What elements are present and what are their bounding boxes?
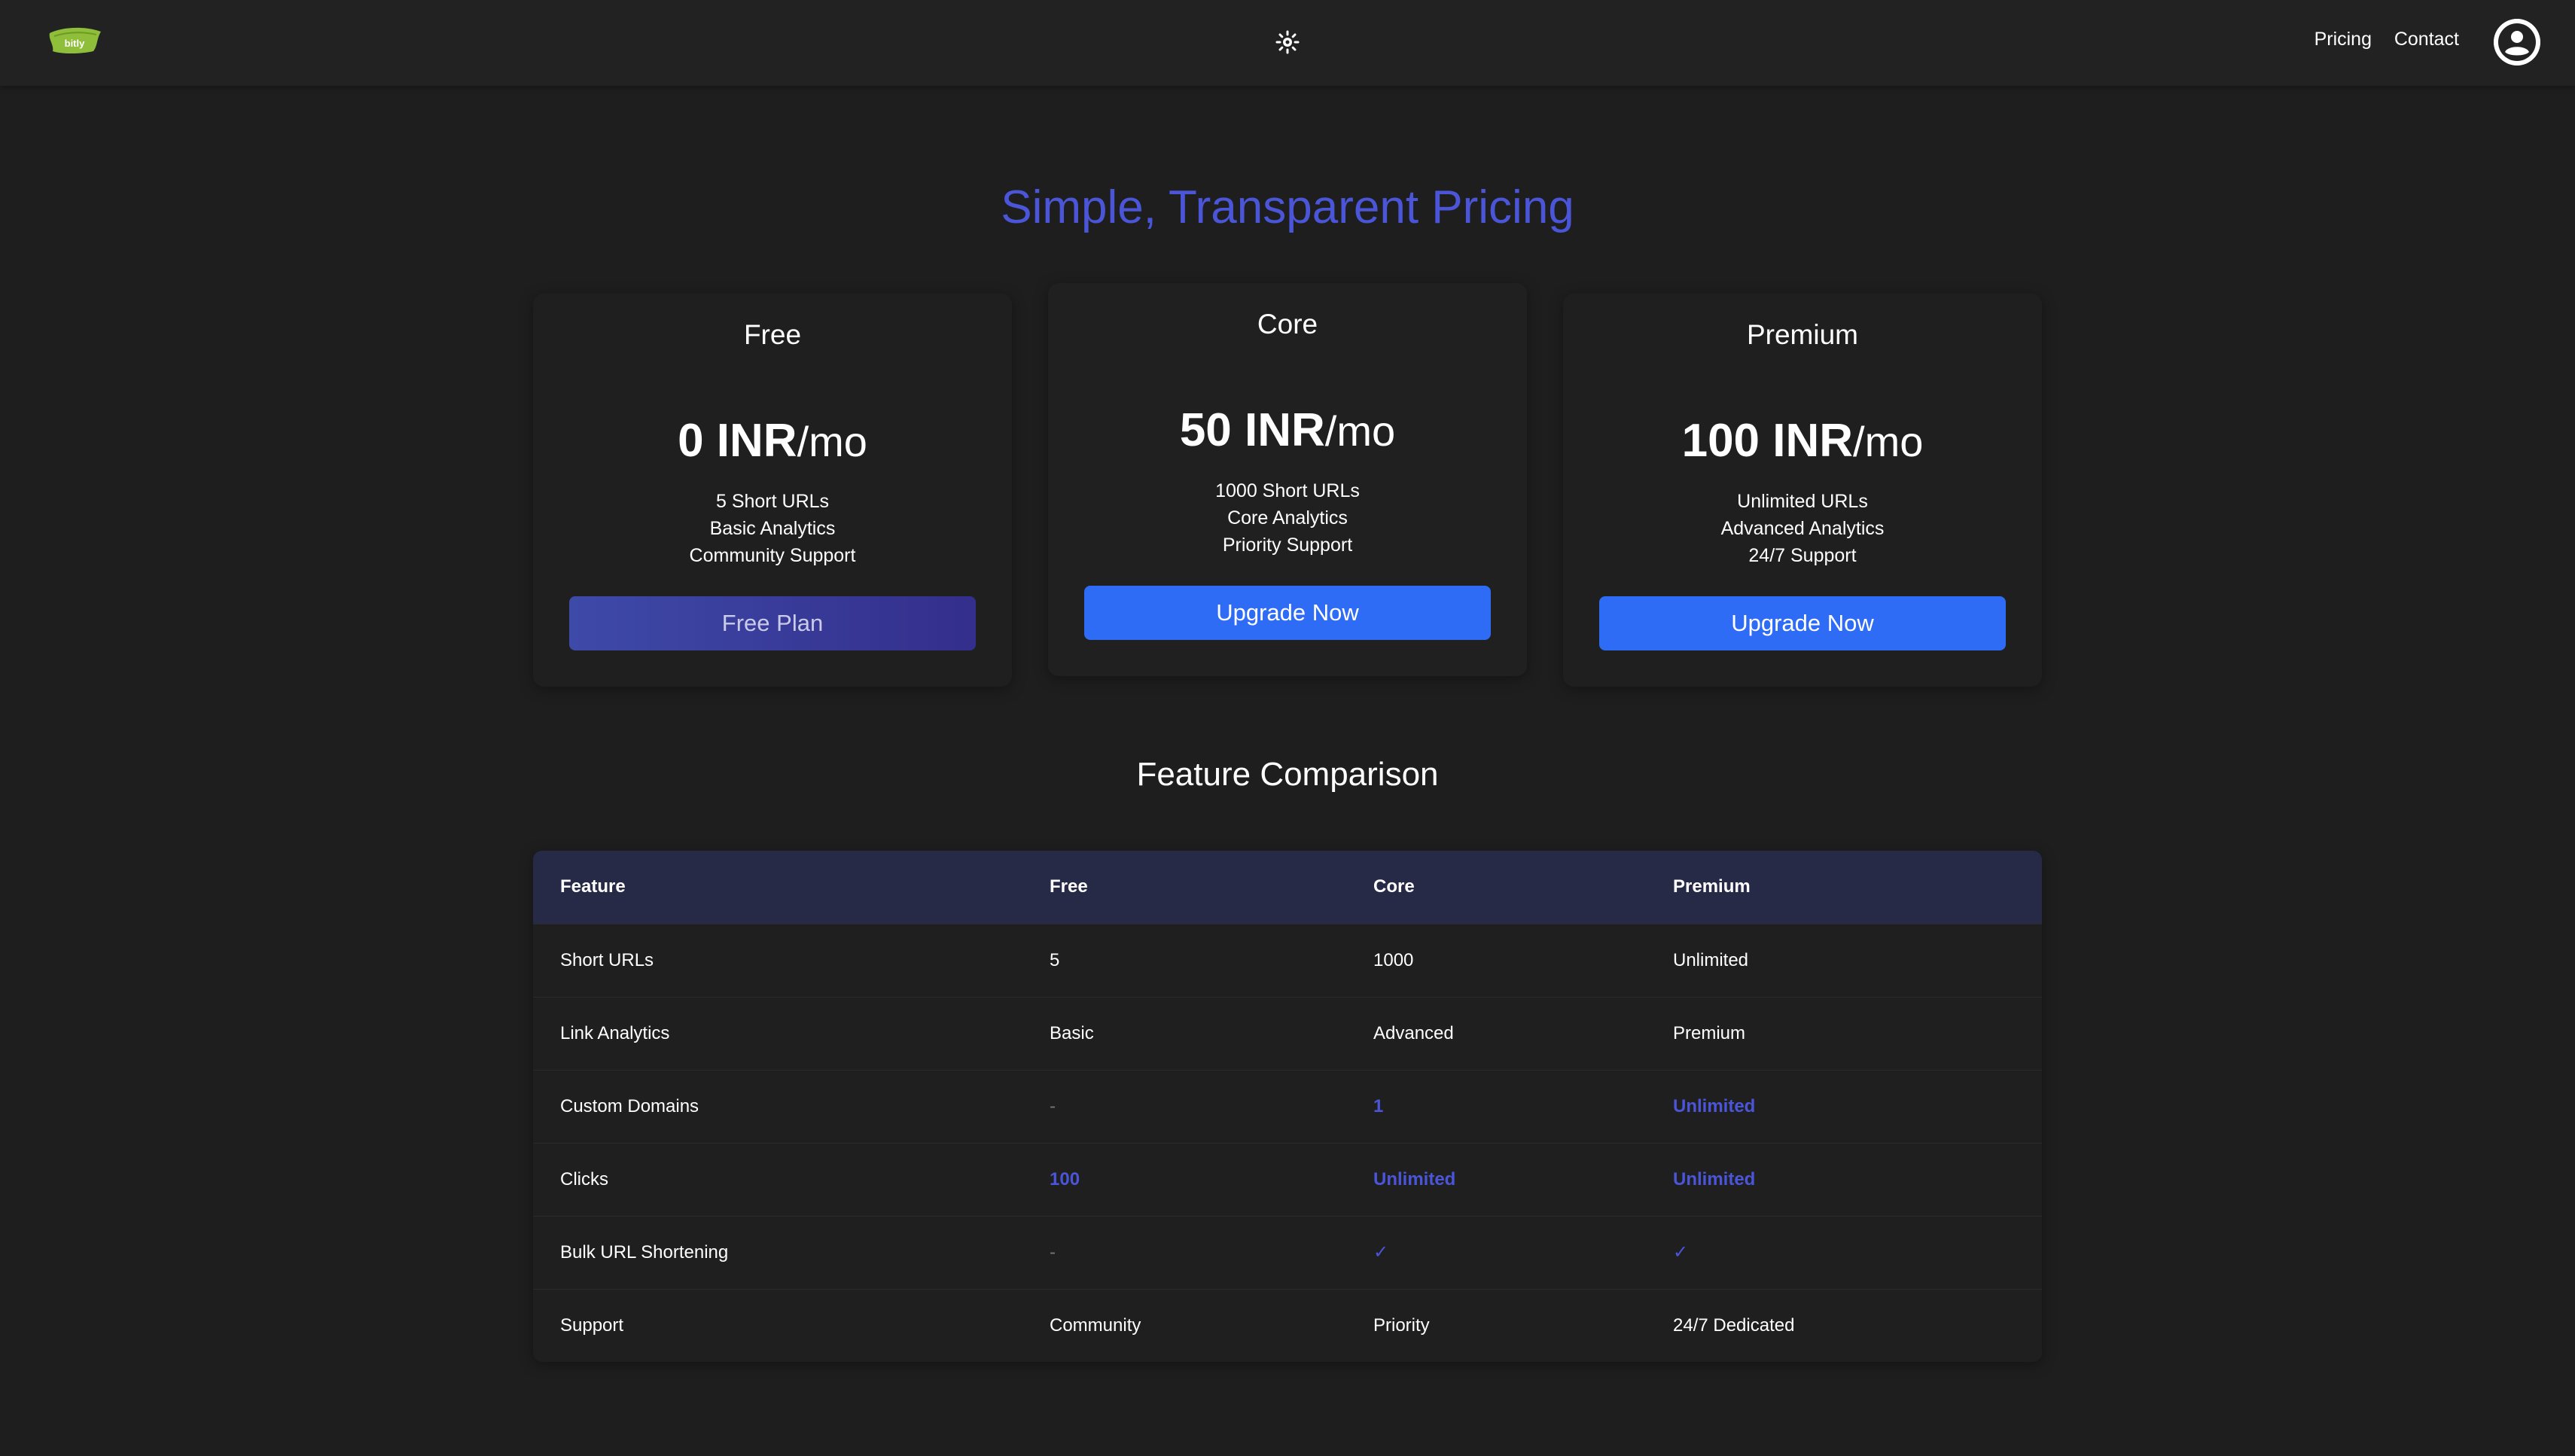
plan-feature: 24/7 Support [1748,545,1857,566]
plan-features-list: 5 Short URLs Basic Analytics Community S… [533,488,1012,569]
plan-feature: 1000 Short URLs [1215,480,1360,501]
sun-icon[interactable] [1275,30,1300,54]
table-cell: 24/7 Dedicated [1673,1314,1795,1336]
plan-feature: Core Analytics [1227,507,1348,528]
price-amount: 50 INR [1179,404,1325,456]
plan-card-free: Free 0 INR/mo 5 Short URLs Basic Analyti… [533,294,1012,687]
table-cell: - [1050,1095,1056,1116]
checkmark-icon: ✓ [1673,1242,1689,1263]
table-row: Link Analytics Basic Advanced Premium [533,997,2042,1070]
plan-feature: Priority Support [1222,535,1353,556]
nav-link-contact[interactable]: Contact [2394,29,2459,50]
table-header-row: Feature Free Core Premium [533,851,2042,924]
plan-feature: Community Support [689,545,856,566]
table-row: Bulk URL Shortening - ✓ ✓ [533,1216,2042,1289]
table-cell: Short URLs [560,949,654,970]
user-circle-icon[interactable] [2494,19,2540,65]
table-cell: Support [560,1314,624,1336]
plan-price: 50 INR/mo [1048,404,1527,457]
column-header-feature: Feature [560,876,626,897]
plan-feature: Advanced Analytics [1720,518,1885,539]
table-row: Clicks 100 Unlimited Unlimited [533,1143,2042,1216]
price-amount: 100 INR [1681,415,1854,467]
price-amount: 0 INR [678,415,797,467]
plan-features-list: 1000 Short URLs Core Analytics Priority … [1048,477,1527,559]
table-cell: Advanced [1373,1022,1454,1043]
upgrade-premium-button[interactable]: Upgrade Now [1599,596,2006,650]
column-header-core: Core [1373,876,1415,897]
upgrade-core-button[interactable]: Upgrade Now [1084,586,1491,640]
table-row: Support Community Priority 24/7 Dedicate… [533,1289,2042,1362]
feature-comparison-table: Feature Free Core Premium Short URLs 5 1… [533,851,2042,1362]
table-cell: Unlimited [1673,1168,1756,1189]
price-unit: /mo [1853,418,1924,465]
column-header-free: Free [1050,876,1088,897]
checkmark-icon: ✓ [1373,1242,1389,1263]
plan-card-core: Core 50 INR/mo 1000 Short URLs Core Anal… [1048,283,1527,676]
plan-feature: Basic Analytics [709,518,836,539]
table-cell: Unlimited [1673,1095,1756,1116]
plan-price: 0 INR/mo [533,414,1012,468]
price-unit: /mo [797,418,867,465]
plan-name: Core [1257,309,1318,340]
table-cell: Premium [1673,1022,1746,1043]
logo-text: bitly [65,38,85,49]
feature-comparison-title: Feature Comparison [1136,756,1439,793]
table-cell: Basic [1050,1022,1094,1043]
plan-name: Premium [1746,319,1859,350]
plan-price: 100 INR/mo [1563,414,2042,468]
plan-feature: Unlimited URLs [1737,491,1868,512]
table-cell: Unlimited [1373,1168,1456,1189]
plan-feature: 5 Short URLs [715,491,830,512]
free-plan-button[interactable]: Free Plan [569,596,976,650]
table-cell: Custom Domains [560,1095,699,1116]
column-header-premium: Premium [1673,876,1751,897]
page-title: Simple, Transparent Pricing [1001,181,1574,233]
price-unit: /mo [1324,407,1396,455]
table-cell: 100 [1050,1168,1080,1189]
plan-card-premium: Premium 100 INR/mo Unlimited URLs Advanc… [1563,294,2042,687]
table-cell: Link Analytics [560,1022,670,1043]
table-cell: 1 [1373,1095,1384,1116]
table-row: Short URLs 5 1000 Unlimited [533,924,2042,997]
table-cell: Clicks [560,1168,608,1189]
table-cell: Unlimited [1673,949,1749,970]
table-row: Custom Domains - 1 Unlimited [533,1070,2042,1143]
table-cell: Bulk URL Shortening [560,1241,729,1263]
top-navbar: bitly Pricing Contact [0,0,2575,86]
table-cell: Community [1050,1314,1141,1336]
table-cell: 5 [1050,949,1060,970]
table-cell: 1000 [1373,949,1414,970]
plan-features-list: Unlimited URLs Advanced Analytics 24/7 S… [1563,488,2042,569]
nav-link-pricing[interactable]: Pricing [2314,29,2372,50]
plan-name: Free [743,319,802,350]
table-cell: Priority [1373,1314,1430,1336]
table-cell: - [1050,1241,1056,1263]
leaf-logo-icon[interactable]: bitly [47,26,102,56]
